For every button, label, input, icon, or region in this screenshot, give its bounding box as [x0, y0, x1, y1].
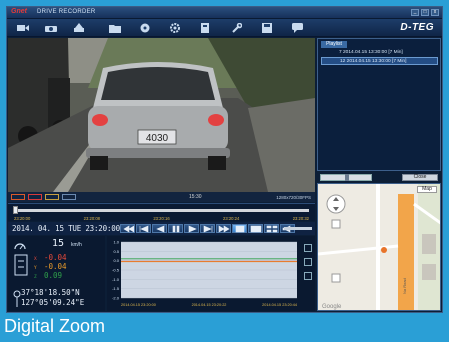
- map-canvas: Na Road Google: [318, 184, 440, 310]
- x-axis-value: X -0.04: [34, 253, 67, 262]
- next-icon[interactable]: [184, 224, 199, 233]
- map-type-button[interactable]: Map: [417, 186, 437, 193]
- g-sensor-graph: 1.0 0.5 0.0 -0.5 -1.0 -1.5 -2.0 2014.04.15 23:2…: [107, 236, 315, 311]
- disc-icon[interactable]: [137, 22, 153, 34]
- playback-controls: 2014. 04. 15 TUE 23:20:00: [8, 222, 315, 235]
- speed-unit: km/h: [71, 242, 82, 248]
- pause-icon[interactable]: [168, 224, 183, 233]
- playlist-item[interactable]: 12 2014.04.15 13:30:00 [7 Min]: [321, 57, 438, 65]
- minimize-button[interactable]: _: [411, 9, 419, 16]
- camera-icon[interactable]: [43, 22, 59, 34]
- playback-buttons: [120, 224, 295, 233]
- folder-icon[interactable]: [107, 22, 123, 34]
- x-tick-label: 2014.04.15 23:20:00: [121, 303, 156, 307]
- storage-icon[interactable]: [197, 22, 213, 34]
- app-logo: Gnet: [11, 8, 27, 15]
- toolbar: D-TEG: [7, 19, 442, 37]
- latitude: 37°18'18.50"N: [21, 288, 80, 297]
- map-panel[interactable]: Na Road Google Map: [317, 183, 441, 311]
- step-forward-icon[interactable]: [200, 224, 215, 233]
- timeline-label: 23:20:08: [83, 216, 100, 221]
- map-zoom-in[interactable]: [331, 219, 341, 229]
- fast-forward-icon[interactable]: [216, 224, 231, 233]
- zoom-search-icon[interactable]: [62, 194, 76, 200]
- playlist-controls: Close: [317, 172, 441, 182]
- y-tick-label: 1.0: [113, 240, 119, 245]
- event-icon[interactable]: [28, 194, 42, 200]
- y-tick-label: -2.0: [112, 296, 120, 301]
- playlist-item[interactable]: 7 2014.04.15 13:30:00 [7 Min]: [321, 49, 438, 57]
- volume-slider[interactable]: [284, 227, 312, 230]
- brand-logo: D-TEG: [400, 22, 434, 33]
- maximize-button[interactable]: □: [421, 9, 429, 16]
- caption: Digital Zoom: [4, 316, 106, 336]
- playlist-slider[interactable]: [320, 173, 372, 181]
- y-axis-value: Y -0.04: [34, 262, 67, 271]
- screenshot: Gnet DRIVE RECORDER _ □ x D-TEG 4030 15:…: [0, 0, 449, 342]
- g-sensor-icon: [14, 254, 28, 276]
- video-player[interactable]: 4030: [8, 38, 315, 192]
- fullscreen-icon[interactable]: [248, 224, 263, 233]
- speed-value: 15: [52, 238, 65, 249]
- zoom-in-icon[interactable]: [304, 244, 312, 252]
- grid-icon[interactable]: [264, 224, 279, 233]
- video-status-bar: 15:30 1280x720/30FPS: [8, 192, 315, 202]
- graph-settings-icon[interactable]: [304, 272, 312, 280]
- y-tick-label: -1.5: [112, 286, 120, 291]
- timeline-label: 23:20:32: [292, 216, 309, 221]
- app-title: DRIVE RECORDER: [37, 9, 96, 15]
- chat-icon[interactable]: [289, 22, 305, 34]
- timeline-track[interactable]: [14, 209, 309, 212]
- timeline-label: 23:20:00: [14, 216, 31, 221]
- dashcam-frame: 4030: [8, 38, 315, 192]
- y-tick-label: 0.5: [113, 249, 119, 254]
- timeline-knob[interactable]: [12, 206, 18, 214]
- timeline-label: 23:20:24: [223, 216, 240, 221]
- recording-datetime: 2014. 04. 15 TUE 23:20:00: [12, 224, 120, 233]
- playlist-list: 7 2014.04.15 13:30:00 [7 Min] 12 2014.04.…: [321, 49, 438, 65]
- timeline-labels: 23:20:00 23:20:08 23:20:16 23:20:24 23:2…: [14, 216, 309, 221]
- map-watermark: Google: [322, 304, 342, 310]
- app-window: Gnet DRIVE RECORDER _ □ x D-TEG 4030 15:…: [6, 6, 443, 313]
- video-camera-icon[interactable]: [15, 22, 31, 34]
- zoom-icon[interactable]: [232, 224, 247, 233]
- slider-knob[interactable]: [345, 173, 349, 181]
- road-label: Na Road: [402, 278, 407, 294]
- g-sensor-chart: 1.00.50.0-0.5-1.0-1.5-2.02014.04.15 23:2…: [112, 240, 297, 307]
- sensor-panel: 15 km/h X -0.04 Y -0.04 Z 0.09 37°18'18.50"…: [8, 236, 105, 311]
- y-tick-label: -1.0: [112, 277, 120, 282]
- window-controls: _ □ x: [411, 9, 439, 16]
- y-tick-label: -0.5: [112, 268, 120, 273]
- save-icon[interactable]: [259, 22, 275, 34]
- map-position-marker: [381, 247, 387, 253]
- rewind-icon[interactable]: [120, 224, 135, 233]
- video-resolution: 1280x720/30FPS: [276, 194, 311, 200]
- loop-icon[interactable]: [11, 194, 25, 200]
- speedometer-icon: [14, 243, 26, 250]
- wrench-icon[interactable]: [229, 22, 245, 34]
- prev-icon[interactable]: [152, 224, 167, 233]
- close-button[interactable]: Close: [402, 173, 438, 181]
- parking-icon[interactable]: [45, 194, 59, 200]
- license-plate: 4030: [146, 133, 169, 144]
- upload-icon[interactable]: [71, 22, 87, 34]
- title-bar: Gnet DRIVE RECORDER _ □ x: [7, 7, 442, 19]
- step-back-icon[interactable]: [136, 224, 151, 233]
- longitude: 127°05'09.24"E: [21, 298, 85, 307]
- playlist-panel: Playlist 7 2014.04.15 13:30:00 [7 Min] 12…: [317, 38, 441, 171]
- playlist-tab[interactable]: Playlist: [321, 41, 347, 48]
- map-zoom-out[interactable]: [331, 273, 341, 283]
- timeline[interactable]: 23:20:00 23:20:08 23:20:16 23:20:24 23:2…: [8, 203, 315, 221]
- x-tick-label: 2014.04.15 23:20:22: [192, 303, 227, 307]
- close-window-button[interactable]: x: [431, 9, 439, 16]
- settings-cog-icon[interactable]: [167, 22, 183, 34]
- y-tick-label: 0.0: [113, 258, 119, 263]
- zoom-out-icon[interactable]: [304, 258, 312, 266]
- x-tick-label: 2014.04.15 23:20:44: [262, 303, 297, 307]
- video-timestamp: 15:30: [189, 194, 202, 200]
- timeline-label: 23:20:16: [153, 216, 170, 221]
- z-axis-value: Z 0.09: [34, 271, 63, 280]
